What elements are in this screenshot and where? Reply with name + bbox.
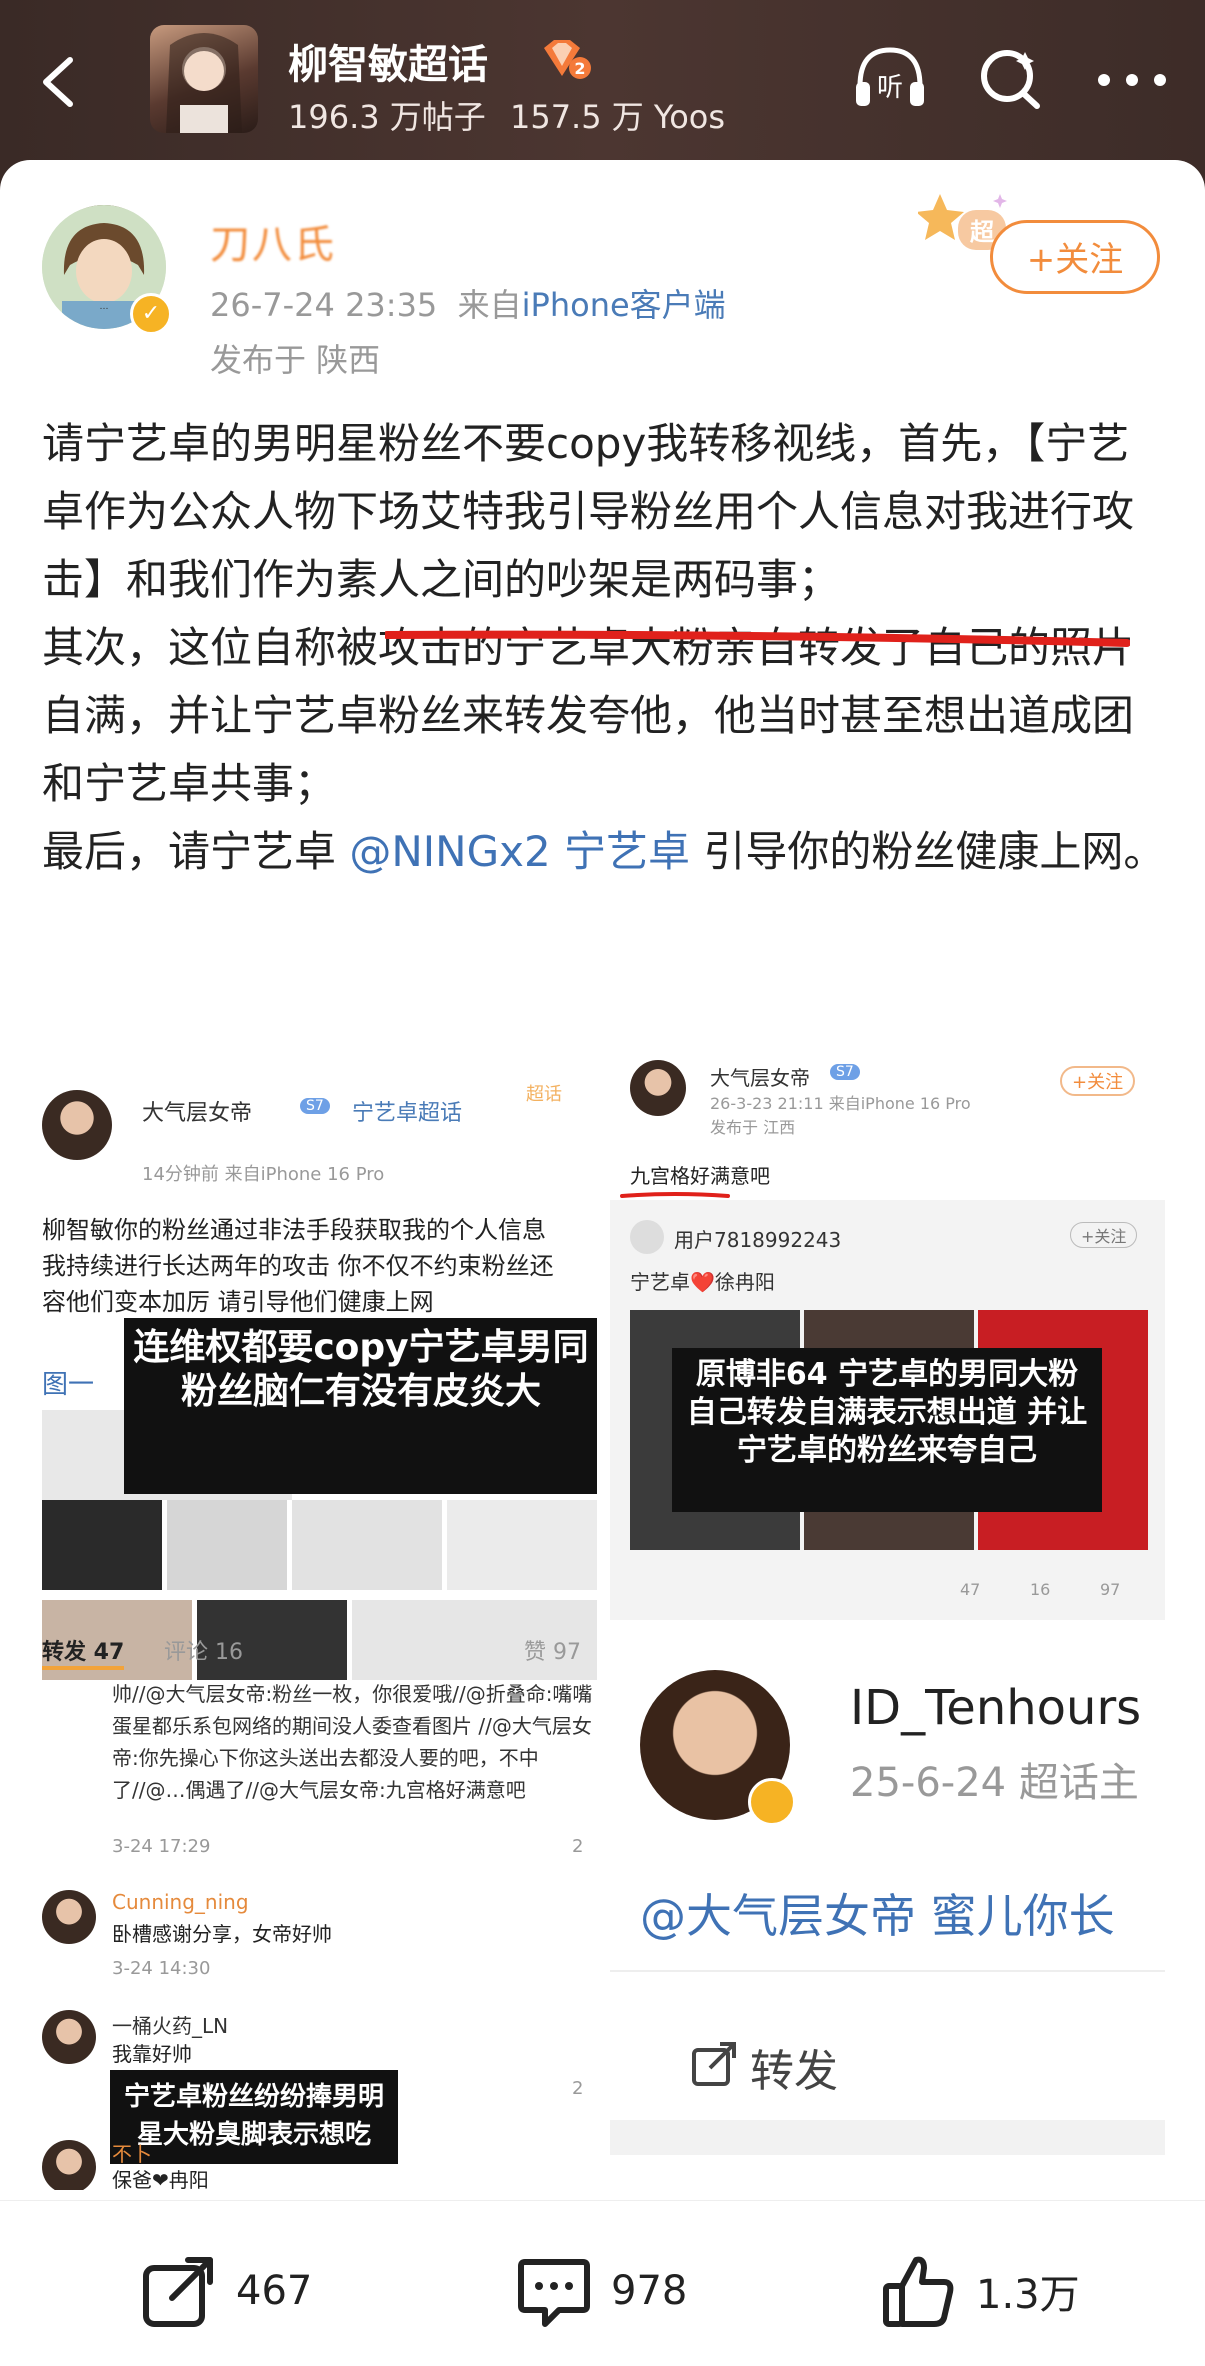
comment-count: 978 (611, 2268, 688, 2314)
comment-1-text: 卧槽感谢分享，女帝好帅 (112, 1922, 332, 1946)
comment-3-user: 不卜 (112, 2142, 152, 2166)
source-prefix: 来自 (457, 286, 522, 324)
overlay-caption-3: 原博非64 宁艺卓的男同大粉自己转发自满表示想出道 并让宁艺卓的粉丝来夸自己 (672, 1348, 1102, 1512)
overlay-caption-2: 宁艺卓粉丝纷纷捧男明星大粉臭脚表示想吃 (110, 2070, 398, 2164)
verified-icon: ✓ (130, 293, 172, 335)
embedded-text: 九宫格好满意吧 (630, 1164, 770, 1188)
embedded-time: 25-6-24 超话主 (850, 1760, 1139, 1806)
embedded-user: ID_Tenhours (850, 1680, 1142, 1736)
tab-repost[interactable]: 转发 47 (42, 1634, 125, 1670)
embedded-avatar (42, 1090, 112, 1160)
search-icon[interactable] (975, 42, 1045, 112)
level-badge-icon: 2 (540, 38, 592, 82)
comment-1-user: Cunning_ning (112, 1890, 249, 1914)
yoos-count: 157.5 万 Yoos (509, 98, 726, 136)
page: 柳智敏超话 2 196.3 万帖子 157.5 万 Yoos 听 … ✓ 刀八氏… (0, 0, 1205, 2366)
post-last-suffix: 引导你的粉丝健康上网。 (690, 827, 1166, 876)
embedded-user: 大气层女帝 (142, 1101, 253, 1126)
share-icon (692, 2042, 736, 2086)
follow-button[interactable]: +关注 (990, 220, 1160, 294)
listen-button[interactable]: 听 (850, 38, 930, 118)
embedded-line-2: 我持续进行长达两年的攻击 你不仅不约束粉丝还 (42, 1252, 554, 1280)
comment-1-time: 3-24 14:30 (112, 1958, 211, 1979)
embedded-screenshot-right-bottom[interactable]: ID_Tenhours 25-6-24 超话主 @大气层女帝 蜜儿你长 转发 (610, 1640, 1165, 2155)
topic-stats: 196.3 万帖子 157.5 万 Yoos (288, 92, 739, 138)
repost-stat-repost: 47 (960, 1580, 981, 1599)
embedded-tag: 宁艺卓超话 (352, 1101, 463, 1126)
comment-icon (518, 2259, 590, 2327)
embedded-side-label: 图一 (42, 1370, 95, 1400)
embedded-line-3: 容他们变本加厉 请引导他们健康上网 (42, 1288, 434, 1316)
verified-icon (748, 1778, 796, 1826)
level-badge-text: 2 (574, 59, 585, 78)
repost-stat-comment: 16 (1030, 1580, 1051, 1599)
repost-follow[interactable]: +关注 (1070, 1222, 1138, 1248)
repost-user: 用户7818992243 (674, 1228, 842, 1252)
more-icon[interactable] (1092, 60, 1172, 100)
comment-avatar (42, 2010, 96, 2064)
embedded-avatar (630, 1060, 686, 1116)
comment-2-user: 一桶火药_LN (112, 2014, 229, 2038)
embedded-text: @大气层女帝 蜜儿你长 (640, 1889, 1115, 1943)
embedded-user: 大气层女帝 (710, 1066, 810, 1090)
embedded-screenshot-right-top[interactable]: 大气层女帝 S7 26-3-23 21:11 来自iPhone 16 Pro 发… (610, 1060, 1165, 1620)
back-icon[interactable] (30, 52, 90, 112)
post-location: 发布于 陕西 (210, 341, 381, 379)
embedded-level: S7 (300, 1098, 330, 1114)
topic-title: 柳智敏超话 (288, 42, 488, 88)
thumbs-up-icon (883, 2256, 954, 2327)
repost-avatar (630, 1220, 664, 1254)
comment-3-text: 保爸❤冉阳 (112, 2168, 209, 2190)
embedded-thumb (447, 1500, 597, 1590)
comment-avatar (42, 2140, 96, 2190)
post-time: 26-7-24 23:35 (210, 286, 438, 324)
divider (610, 1970, 1165, 1972)
super-label: 超 (970, 218, 995, 246)
svg-text:…: … (100, 302, 109, 312)
embedded-line-1: 柳智敏你的粉丝通过非法手段获取我的个人信息 (42, 1216, 546, 1244)
repost-thread-time: 3-24 17:29 (112, 1836, 211, 1857)
repost-button[interactable]: 467 (140, 2251, 312, 2331)
repost-thread: 帅//@大气层女帝:粉丝一枚，你很爱哦//@折叠命:嘴嘴蛋星都乐系包网络的期间没… (112, 1682, 593, 1802)
action-bar: 467 978 1.3万 (0, 2200, 1205, 2366)
embedded-location: 发布于 江西 (710, 1118, 796, 1137)
embedded-likes: 赞 97 (524, 1640, 581, 1665)
post-count: 196.3 万帖子 (288, 98, 486, 136)
red-underline-mark (385, 630, 1130, 647)
embedded-thumb (292, 1500, 442, 1590)
post-last-prefix: 最后，请宁艺卓 (42, 827, 350, 876)
author-name[interactable]: 刀八氏 (210, 212, 336, 270)
divider (610, 2120, 1165, 2155)
embedded-follow[interactable]: +关注 (1060, 1066, 1136, 1096)
like-button[interactable]: 1.3万 (880, 2251, 1080, 2331)
comment-2-like-count: 2 (572, 2078, 584, 2099)
embedded-thumb (42, 1500, 162, 1590)
mention-link[interactable]: @NINGx2 宁艺卓 (349, 827, 690, 876)
embedded-repost-label[interactable]: 转发 (750, 2035, 838, 2099)
post-paragraph-3: 最后，请宁艺卓 @NINGx2 宁艺卓 引导你的粉丝健康上网。 (42, 818, 1167, 886)
post-paragraph-1: 请宁艺卓的男明星粉丝不要copy我转移视线，首先，【宁艺卓作为公众人物下场艾特我… (42, 419, 1135, 604)
repost-count: 467 (236, 2268, 313, 2314)
listen-label: 听 (877, 73, 903, 103)
post-meta: 26-7-24 23:35 来自iPhone客户端 (210, 280, 726, 326)
embedded-time: 26-3-23 21:11 来自iPhone 16 Pro (710, 1094, 971, 1113)
comment-button[interactable]: 978 (515, 2251, 687, 2331)
overlay-caption-1: 连维权都要copy宁艺卓男同粉丝脑仁有没有皮炎大 (124, 1318, 597, 1494)
share-icon (143, 2257, 213, 2327)
embedded-time: 14分钟前 来自iPhone 16 Pro (142, 1164, 385, 1185)
embedded-level: S7 (830, 1064, 860, 1080)
repost-stat-like: 97 (1100, 1580, 1121, 1599)
embedded-thumb (167, 1500, 287, 1590)
repost-text: 宁艺卓❤️徐冉阳 (630, 1270, 775, 1294)
tab-comment[interactable]: 评论 16 (164, 1634, 243, 1666)
post-source[interactable]: iPhone客户端 (522, 286, 726, 324)
comment-avatar (42, 1890, 96, 1944)
repost-thread-like-count: 2 (572, 1836, 584, 1857)
topic-avatar[interactable] (150, 25, 258, 133)
embedded-screenshot-left[interactable]: 大气层女帝 S7 宁艺卓超话 14分钟前 来自iPhone 16 Pro 超话 … (42, 1060, 597, 2190)
like-count: 1.3万 (976, 2272, 1080, 2318)
embedded-super-tag: 超话 (526, 1084, 562, 1105)
comment-2-text: 我靠好帅 (112, 2042, 192, 2066)
